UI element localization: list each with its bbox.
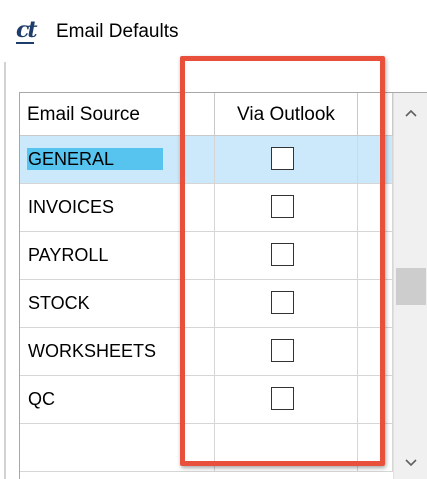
email-source-cell[interactable]: QC xyxy=(20,376,215,423)
email-source-label: INVOICES xyxy=(28,197,115,217)
via-outlook-cell xyxy=(215,184,358,231)
email-source-cell[interactable]: WORKSHEETS xyxy=(20,328,215,375)
via-outlook-cell xyxy=(215,328,358,375)
via-outlook-cell xyxy=(215,232,358,279)
logo-underline xyxy=(16,42,34,44)
column-header-via-outlook[interactable]: Via Outlook xyxy=(215,93,358,136)
via-outlook-checkbox[interactable] xyxy=(271,291,294,314)
via-outlook-cell xyxy=(215,376,358,423)
window-title: Email Defaults xyxy=(56,21,179,42)
email-source-label: STOCK xyxy=(28,293,90,313)
email-source-label: GENERAL xyxy=(27,148,163,170)
ct-logo-icon: ct xyxy=(16,17,38,44)
empty-cell xyxy=(358,424,393,471)
column-header-email-source[interactable]: Email Source xyxy=(20,93,215,136)
email-source-cell[interactable]: STOCK xyxy=(20,280,215,327)
empty-cell xyxy=(215,424,358,471)
chevron-down-icon[interactable] xyxy=(394,445,427,479)
logo-text: ct xyxy=(16,17,38,43)
empty-cell xyxy=(358,232,393,279)
via-outlook-checkbox[interactable] xyxy=(271,195,294,218)
table-row[interactable]: INVOICES xyxy=(20,184,393,232)
table-row[interactable]: STOCK xyxy=(20,280,393,328)
table-row[interactable]: GENERAL xyxy=(20,136,393,184)
empty-cell xyxy=(20,424,215,471)
title-bar: ct Email Defaults xyxy=(0,0,427,62)
table-row[interactable]: QC xyxy=(20,376,393,424)
grid-rows: GENERAL INVOICES PAYROLL STOCK WORKSHEET… xyxy=(20,136,393,472)
table-row[interactable]: WORKSHEETS xyxy=(20,328,393,376)
via-outlook-checkbox[interactable] xyxy=(271,243,294,266)
email-source-label: PAYROLL xyxy=(28,245,109,265)
empty-cell xyxy=(358,184,393,231)
email-source-label: WORKSHEETS xyxy=(28,341,157,361)
via-outlook-cell xyxy=(215,136,358,183)
email-defaults-grid: Email Source Via Outlook GENERAL INVOICE… xyxy=(19,92,427,479)
vertical-scrollbar[interactable] xyxy=(393,93,427,479)
email-source-cell[interactable]: INVOICES xyxy=(20,184,215,231)
empty-cell xyxy=(358,136,393,183)
column-header-empty xyxy=(358,93,393,136)
via-outlook-cell xyxy=(215,280,358,327)
email-source-cell[interactable]: GENERAL xyxy=(20,136,215,183)
empty-cell xyxy=(358,280,393,327)
grid-header: Email Source Via Outlook xyxy=(20,93,393,136)
table-row-empty xyxy=(20,424,393,472)
via-outlook-checkbox[interactable] xyxy=(271,147,294,170)
chevron-up-icon[interactable] xyxy=(394,101,427,131)
email-source-cell[interactable]: PAYROLL xyxy=(20,232,215,279)
via-outlook-checkbox[interactable] xyxy=(271,387,294,410)
email-defaults-window: ct Email Defaults Email Source Via Outlo… xyxy=(0,0,427,479)
table-row[interactable]: PAYROLL xyxy=(20,232,393,280)
scrollbar-thumb[interactable] xyxy=(396,268,426,305)
via-outlook-checkbox[interactable] xyxy=(271,339,294,362)
email-source-label: QC xyxy=(28,389,55,409)
window-left-frame xyxy=(4,62,6,479)
empty-cell xyxy=(358,376,393,423)
empty-cell xyxy=(358,328,393,375)
